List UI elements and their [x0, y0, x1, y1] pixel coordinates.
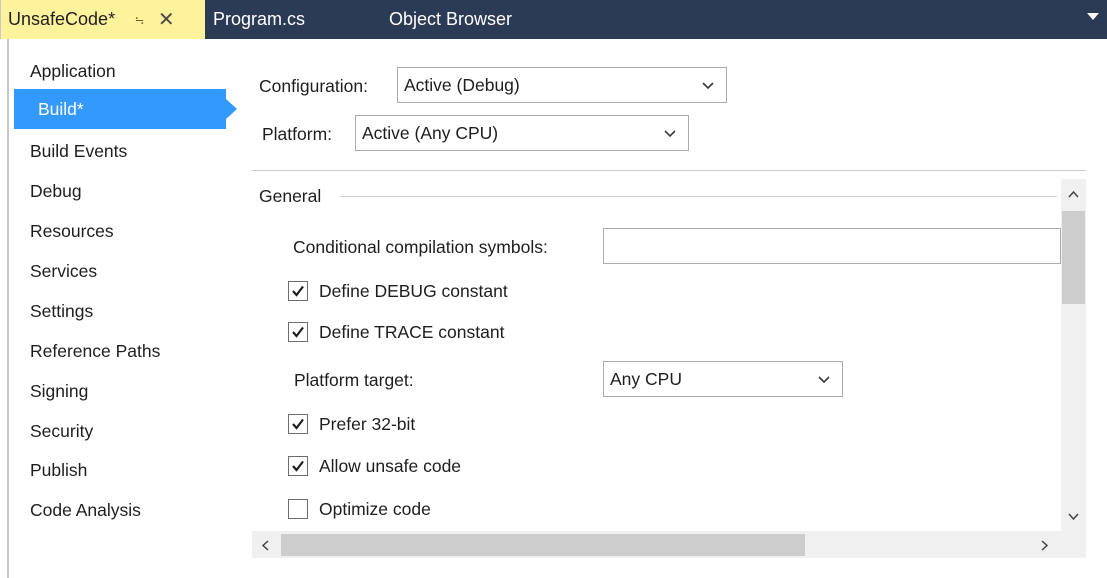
- optimize-code-checkbox[interactable]: [288, 499, 308, 519]
- tab-unsafecode-label: UnsafeCode*: [8, 9, 116, 29]
- window-left-border: [7, 39, 9, 578]
- sidebar-item-signing[interactable]: Signing: [30, 376, 88, 406]
- checkmark-icon: [292, 285, 304, 297]
- optimize-code-checkbox-row[interactable]: Optimize code: [288, 497, 431, 521]
- scrollbar-corner: [1061, 531, 1086, 558]
- platform-target-dropdown[interactable]: Any CPU: [603, 361, 843, 397]
- prefer-32bit-label: Prefer 32-bit: [319, 413, 416, 434]
- configuration-value: Active (Debug): [404, 74, 520, 95]
- scroll-left-arrow-icon[interactable]: [261, 540, 269, 551]
- chevron-down-icon: [702, 82, 714, 90]
- tab-program-cs-label: Program.cs: [213, 9, 306, 29]
- allow-unsafe-label: Allow unsafe code: [319, 455, 462, 476]
- sidebar-item-application[interactable]: Application: [30, 56, 116, 86]
- divider: [252, 170, 1086, 171]
- conditional-symbols-label: Conditional compilation symbols:: [293, 237, 548, 257]
- tab-unsafecode[interactable]: UnsafeCode* ⨫ ✕: [0, 0, 205, 39]
- close-icon[interactable]: ✕: [158, 10, 175, 30]
- define-debug-checkbox[interactable]: [288, 281, 308, 301]
- platform-target-value: Any CPU: [610, 368, 682, 389]
- scroll-up-arrow-icon[interactable]: [1068, 190, 1079, 198]
- configuration-dropdown[interactable]: Active (Debug): [397, 67, 727, 103]
- document-tab-strip: UnsafeCode* ⨫ ✕ Program.cs Object Browse…: [0, 0, 1107, 39]
- allow-unsafe-checkbox-row[interactable]: Allow unsafe code: [288, 454, 461, 478]
- tab-program-cs[interactable]: Program.cs: [213, 0, 305, 39]
- tab-overflow-dropdown-icon[interactable]: [1087, 13, 1099, 20]
- allow-unsafe-checkbox[interactable]: [288, 456, 308, 476]
- scroll-right-arrow-icon[interactable]: [1041, 540, 1049, 551]
- sidebar-item-security[interactable]: Security: [30, 416, 93, 446]
- platform-label: Platform:: [262, 124, 333, 144]
- checkmark-icon: [292, 326, 304, 338]
- sidebar-item-resources[interactable]: Resources: [30, 216, 114, 246]
- define-debug-label: Define DEBUG constant: [319, 280, 508, 301]
- sidebar-item-debug[interactable]: Debug: [30, 176, 82, 206]
- sidebar-item-reference-paths[interactable]: Reference Paths: [30, 336, 160, 366]
- conditional-symbols-input[interactable]: [603, 228, 1061, 264]
- pin-icon[interactable]: ⨫: [135, 11, 144, 28]
- sidebar-item-build[interactable]: Build*: [38, 99, 84, 119]
- sidebar-item-settings[interactable]: Settings: [30, 296, 93, 326]
- platform-target-label: Platform target:: [294, 370, 414, 390]
- platform-dropdown[interactable]: Active (Any CPU): [355, 115, 689, 151]
- define-debug-checkbox-row[interactable]: Define DEBUG constant: [288, 279, 508, 303]
- general-section-title: General: [259, 186, 322, 206]
- sidebar-item-services[interactable]: Services: [30, 256, 97, 286]
- horizontal-scrollbar-thumb[interactable]: [281, 534, 805, 556]
- scroll-down-arrow-icon[interactable]: [1068, 513, 1079, 521]
- sidebar-item-build-events[interactable]: Build Events: [30, 136, 127, 166]
- prefer-32bit-checkbox[interactable]: [288, 414, 308, 434]
- vertical-scrollbar-thumb[interactable]: [1062, 211, 1085, 304]
- tab-object-browser-label: Object Browser: [389, 9, 513, 29]
- configuration-label: Configuration:: [259, 76, 368, 96]
- chevron-down-icon: [818, 376, 830, 384]
- platform-value: Active (Any CPU): [362, 122, 499, 143]
- checkmark-icon: [292, 418, 304, 430]
- section-divider: [340, 196, 1057, 197]
- sidebar-item-publish[interactable]: Publish: [30, 455, 87, 485]
- prefer-32bit-checkbox-row[interactable]: Prefer 32-bit: [288, 412, 415, 436]
- define-trace-label: Define TRACE constant: [319, 321, 505, 342]
- optimize-code-label: Optimize code: [319, 498, 431, 519]
- tab-object-browser[interactable]: Object Browser: [389, 0, 512, 39]
- define-trace-checkbox-row[interactable]: Define TRACE constant: [288, 320, 504, 344]
- define-trace-checkbox[interactable]: [288, 322, 308, 342]
- checkmark-icon: [292, 460, 304, 472]
- sidebar-item-code-analysis[interactable]: Code Analysis: [30, 495, 141, 525]
- chevron-down-icon: [664, 130, 676, 138]
